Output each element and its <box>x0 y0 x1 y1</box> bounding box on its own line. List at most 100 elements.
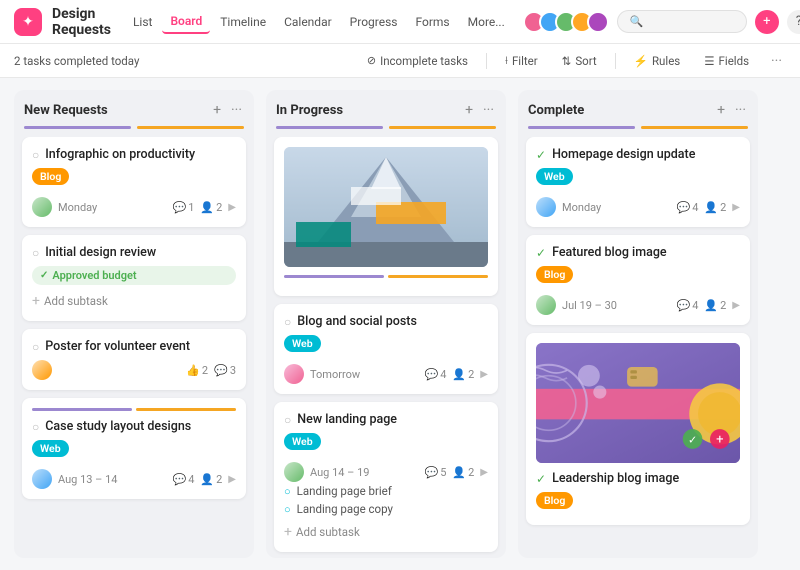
column-header-new: New Requests + ··· <box>14 90 254 126</box>
toolbar-more-btn[interactable]: ··· <box>767 51 786 71</box>
chevron-infographic: ▶ <box>228 202 236 213</box>
column-title-complete: Complete <box>528 103 709 118</box>
add-button[interactable]: + <box>755 10 779 34</box>
user-avatars <box>523 11 609 33</box>
column-more-new[interactable]: ··· <box>229 100 244 120</box>
bar-purple <box>32 408 132 411</box>
rules-btn[interactable]: ⚡ Rules <box>628 52 687 70</box>
card-homepage[interactable]: ✓ Homepage design update Web Monday 💬 4 … <box>526 137 750 227</box>
chevron-homepage: ▶ <box>732 202 740 213</box>
card-title-leadership: ✓ Leadership blog image <box>536 471 740 486</box>
column-add-progress[interactable]: + <box>463 100 475 120</box>
comments-featured: 💬 4 <box>677 299 699 312</box>
add-icon: + <box>32 293 40 309</box>
app-title: Design Requests <box>52 6 111 38</box>
column-complete: Complete + ··· ✓ Homepage design update … <box>518 90 758 558</box>
check-icon-leadership: ✓ <box>536 472 546 486</box>
svg-text:✓: ✓ <box>688 433 697 446</box>
subtask-circle-1: ○ <box>284 485 291 498</box>
column-more-complete[interactable]: ··· <box>733 100 748 120</box>
add-subtask-landing[interactable]: + Add subtask <box>284 522 488 542</box>
tag-blog-featured: Blog <box>536 266 573 283</box>
card-landing-page[interactable]: ○ New landing page Web Aug 14 – 19 💬 5 👤… <box>274 402 498 552</box>
sort-btn[interactable]: ⇅ Sort <box>556 52 603 70</box>
progress-bars-case <box>32 408 236 411</box>
fields-btn[interactable]: ☰ Fields <box>698 52 755 70</box>
tasks-completed-text: 2 tasks completed today <box>14 54 139 68</box>
date-landing: Aug 14 – 19 <box>310 466 419 479</box>
subtask-circle-2: ○ <box>284 503 291 516</box>
column-add-complete[interactable]: + <box>715 100 727 120</box>
circles-image: ✓ + <box>536 343 740 463</box>
meta-homepage: 💬 4 👤 2 ▶ <box>677 201 740 214</box>
avatar-infographic <box>32 197 52 217</box>
tag-blog-leadership: Blog <box>536 492 573 509</box>
task-circle-icon-3: ○ <box>32 340 39 354</box>
avatar-landing <box>284 462 304 482</box>
comments-case: 💬 4 <box>173 473 195 486</box>
card-design-review[interactable]: ○ Initial design review Approved budget … <box>22 235 246 321</box>
task-circle-icon-4: ○ <box>32 420 39 434</box>
divider-1 <box>486 53 487 69</box>
column-add-new[interactable]: + <box>211 100 223 120</box>
date-homepage: Monday <box>562 201 671 214</box>
nav-right: 🔍 + ? <box>523 9 800 35</box>
card-title-blog: ○ Blog and social posts <box>284 314 488 329</box>
column-new-requests: New Requests + ··· ○ Infographic on prod… <box>14 90 254 558</box>
card-mountain[interactable] <box>274 137 498 296</box>
meta-poster: 👍 2 💬 3 <box>186 364 236 377</box>
column-title-progress: In Progress <box>276 103 457 118</box>
subtask-1: ○ Landing page brief <box>284 482 488 500</box>
incomplete-tasks-btn[interactable]: ⊘ Incomplete tasks <box>361 52 474 70</box>
assignees-blog: 👤 2 <box>452 368 474 381</box>
card-case-study[interactable]: ○ Case study layout designs Web Aug 13 –… <box>22 398 246 499</box>
comments-homepage: 💬 4 <box>677 201 699 214</box>
rules-icon: ⚡ <box>634 54 648 68</box>
chevron-case: ▶ <box>228 474 236 485</box>
approved-budget-tag: Approved budget <box>32 266 236 285</box>
nav-timeline[interactable]: Timeline <box>212 11 274 33</box>
card-blog-social[interactable]: ○ Blog and social posts Web Tomorrow 💬 4… <box>274 304 498 394</box>
nav-progress[interactable]: Progress <box>342 11 406 33</box>
column-header-complete: Complete + ··· <box>518 90 758 126</box>
nav-list[interactable]: List <box>125 11 161 33</box>
nav-links: List Board Timeline Calendar Progress Fo… <box>125 10 513 34</box>
avatar-blog <box>284 364 304 384</box>
card-featured-blog[interactable]: ✓ Featured blog image Blog Jul 19 – 30 💬… <box>526 235 750 325</box>
column-more-progress[interactable]: ··· <box>481 100 496 120</box>
nav-board[interactable]: Board <box>162 10 210 34</box>
date-case: Aug 13 – 14 <box>58 473 167 486</box>
avatar-homepage <box>536 197 556 217</box>
nav-forms[interactable]: Forms <box>407 11 457 33</box>
help-button[interactable]: ? <box>787 10 800 34</box>
task-circle-icon-6: ○ <box>284 413 291 427</box>
line-purple <box>24 126 131 129</box>
nav-more[interactable]: More... <box>460 11 513 33</box>
card-title-featured: ✓ Featured blog image <box>536 245 740 260</box>
card-leadership[interactable]: ✓ + <box>526 333 750 525</box>
task-circle-icon-2: ○ <box>32 246 39 260</box>
bar-orange <box>136 408 236 411</box>
check-icon-featured: ✓ <box>536 246 546 260</box>
tag-web-blog: Web <box>284 335 321 352</box>
chevron-blog: ▶ <box>480 369 488 380</box>
card-footer-poster: 👍 2 💬 3 <box>32 360 236 380</box>
filter-btn[interactable]: ⟊ Filter <box>499 51 544 70</box>
column-title-new: New Requests <box>24 103 205 118</box>
column-header-progress: In Progress + ··· <box>266 90 506 126</box>
search-bar[interactable]: 🔍 <box>617 10 747 33</box>
date-featured: Jul 19 – 30 <box>562 299 671 312</box>
column-body-new: ○ Infographic on productivity Blog Monda… <box>14 137 254 558</box>
sort-icon: ⇅ <box>562 54 572 68</box>
mountain-image <box>284 147 488 267</box>
add-subtask-review[interactable]: + Add subtask <box>32 291 236 311</box>
nav-calendar[interactable]: Calendar <box>276 11 340 33</box>
card-infographic[interactable]: ○ Infographic on productivity Blog Monda… <box>22 137 246 227</box>
line-orange-p <box>389 126 496 129</box>
column-in-progress: In Progress + ··· <box>266 90 506 558</box>
progress-bars-mountain <box>284 275 488 278</box>
card-footer-infographic: Monday 💬 1 👤 2 ▶ <box>32 197 236 217</box>
card-poster[interactable]: ○ Poster for volunteer event 👍 2 💬 3 <box>22 329 246 390</box>
comments-landing: 💬 5 <box>425 466 447 479</box>
app-icon: ✦ <box>14 8 42 36</box>
